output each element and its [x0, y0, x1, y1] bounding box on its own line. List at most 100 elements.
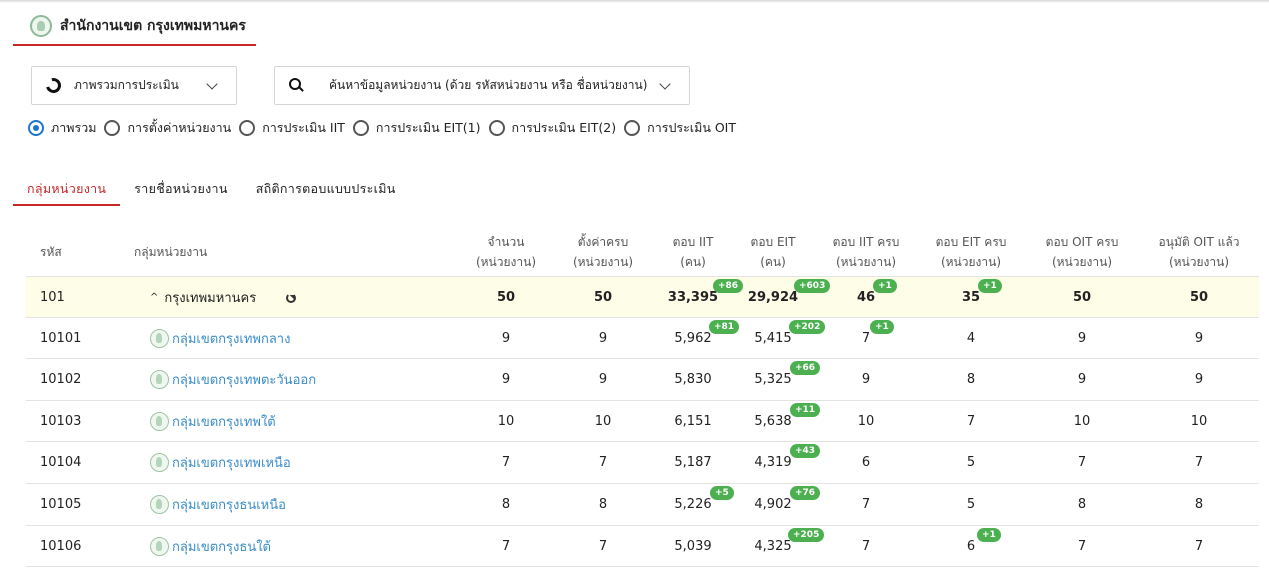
table-row[interactable]: 10106 กลุ่มเขตกรุงธนใต้ 7 7 5,039 4,325 +…	[26, 526, 1259, 568]
cell-value: 4,319	[754, 455, 792, 471]
cell-oit-approved: 10	[1190, 413, 1208, 429]
group-link[interactable]: กลุ่มเขตกรุงเทพเหนือ	[172, 452, 291, 473]
unit-search-placeholder: ค้นหาข้อมูลหน่วยงาน (ด้วย รหัสหน่วยงาน ห…	[329, 78, 648, 92]
cell-oit-done: 9	[1077, 372, 1087, 388]
group-link[interactable]: กลุ่มเขตกรุงเทพตะวันออก	[172, 369, 316, 390]
row-code: 10104	[40, 455, 82, 471]
header-eit-done: ตอบ EIT ครบ (หน่วยงาน)	[921, 232, 1021, 272]
row-group: กลุ่มเขตกรุงเทพตะวันออก	[150, 359, 450, 400]
row-group: กลุ่มเขตกรุงธนเหนือ	[150, 484, 450, 525]
chevron-down-icon	[659, 78, 671, 90]
cell-eit-done: 35 +1	[921, 277, 1021, 318]
radio-button[interactable]	[239, 120, 256, 136]
radio-label: การประเมิน IIT	[262, 120, 345, 135]
radio-button[interactable]	[624, 120, 641, 136]
unit-search-select[interactable]: ค้นหาข้อมูลหน่วยงาน (ด้วย รหัสหน่วยงาน ห…	[274, 66, 690, 105]
cell-value: 5,325	[754, 372, 792, 388]
cell-eit-done: 8	[966, 372, 976, 388]
cell-value: 7	[861, 330, 871, 346]
cell-eit: 4,319 +43	[723, 442, 823, 483]
radio-iit[interactable]: การประเมิน IIT	[239, 118, 345, 138]
header-line: ตอบ OIT ครบ	[1045, 235, 1119, 249]
radio-button[interactable]	[28, 120, 44, 136]
tab-unit-list[interactable]: รายชื่อหน่วยงาน	[120, 172, 241, 206]
radio-overview[interactable]: ภาพรวม	[28, 118, 96, 138]
table-row[interactable]: 10105 กลุ่มเขตกรุงธนเหนือ 8 8 5,226 +5 4,…	[26, 484, 1259, 526]
header-line: (คน)	[760, 255, 786, 269]
cell-configured: 7	[598, 538, 608, 554]
header-line: (หน่วยงาน)	[940, 255, 1002, 269]
bangkok-seal-icon	[30, 15, 52, 37]
header-line: (หน่วยงาน)	[835, 255, 897, 269]
row-group: กลุ่มเขตกรุงเทพกลาง	[150, 318, 450, 359]
cell-iit-done: 7 +1	[816, 318, 916, 359]
row-group: ^ กรุงเทพมหานคร	[150, 277, 450, 318]
cell-iit-done: 7	[861, 496, 871, 512]
cell-oit-approved: 50	[1189, 290, 1209, 305]
header-line: (หน่วยงาน)	[1168, 255, 1230, 269]
header-line: ตอบ EIT ครบ	[935, 235, 1007, 249]
header-line: จำนวน	[487, 235, 525, 249]
loading-spinner-icon	[43, 75, 64, 96]
radio-button[interactable]	[352, 120, 369, 136]
header-units: จำนวน (หน่วยงาน)	[456, 232, 556, 272]
cell-eit: 4,902 +76	[723, 484, 823, 525]
cell-eit-done: 4	[966, 330, 976, 346]
table-row[interactable]: 10103 กลุ่มเขตกรุงเทพใต้ 10 10 6,151 5,6…	[26, 401, 1259, 443]
cell-oit-approved: 9	[1194, 372, 1204, 388]
cell-value: 5,638	[754, 413, 792, 429]
cell-eit: 5,638 +11	[723, 401, 823, 442]
cell-oit-done: 7	[1077, 538, 1087, 554]
row-group: กลุ่มเขตกรุงเทพเหนือ	[150, 442, 450, 483]
cell-configured: 9	[598, 330, 608, 346]
chevron-up-icon[interactable]: ^	[150, 292, 158, 303]
group-link[interactable]: กลุ่มเขตกรุงธนใต้	[172, 536, 271, 557]
refresh-icon[interactable]	[286, 292, 297, 303]
cell-units: 50	[496, 290, 516, 305]
tab-unit-groups[interactable]: กลุ่มหน่วยงาน	[13, 172, 121, 206]
cell-oit-approved: 7	[1194, 538, 1204, 554]
cell-eit-done: 5	[966, 496, 976, 512]
table-row[interactable]: 10104 กลุ่มเขตกรุงเทพเหนือ 7 7 5,187 4,3…	[26, 442, 1259, 484]
view-select[interactable]: ภาพรวมการประเมิน	[31, 66, 237, 105]
cell-iit-done: 46 +1	[816, 277, 916, 318]
cell-units: 7	[501, 455, 511, 471]
radio-label: การประเมิน EIT(1)	[375, 120, 481, 135]
row-group: กลุ่มเขตกรุงเทพใต้	[150, 401, 450, 442]
table-row[interactable]: 10102 กลุ่มเขตกรุงเทพตะวันออก 9 9 5,830 …	[26, 359, 1259, 401]
cell-iit-done: 6	[861, 455, 871, 471]
cell-iit-done: 7	[861, 538, 871, 554]
cell-configured: 10	[594, 413, 612, 429]
radio-unit-settings[interactable]: การตั้งค่าหน่วยงาน	[104, 118, 231, 138]
row-code: 101	[40, 290, 65, 305]
increase-badge: +1	[978, 279, 1002, 293]
cell-oit-approved: 9	[1194, 330, 1204, 346]
header-line: (หน่วยงาน)	[1051, 255, 1113, 269]
table-row[interactable]: 10101 กลุ่มเขตกรุงเทพกลาง 9 9 5,962 +81 5…	[26, 318, 1259, 360]
header-group: กลุ่มหน่วยงาน	[134, 245, 208, 259]
radio-eit1[interactable]: การประเมิน EIT(1)	[352, 118, 481, 138]
radio-label: การตั้งค่าหน่วยงาน	[127, 120, 232, 135]
table-row-total[interactable]: 101 ^ กรุงเทพมหานคร 50 50 33,395 +86 29,9…	[26, 276, 1259, 318]
tab-bar: กลุ่มหน่วยงาน รายชื่อหน่วยงาน สถิติการตอ…	[13, 172, 410, 206]
search-icon	[289, 78, 304, 93]
group-link[interactable]: กลุ่มเขตกรุงเทพกลาง	[172, 328, 290, 349]
group-link[interactable]: กลุ่มเขตกรุงเทพใต้	[172, 411, 276, 432]
view-select-value: ภาพรวมการประเมิน	[74, 78, 179, 92]
cell-units: 8	[501, 496, 511, 512]
radio-oit[interactable]: การประเมิน OIT	[624, 118, 736, 138]
cell-configured: 8	[598, 496, 608, 512]
cell-units: 9	[501, 330, 511, 346]
radio-button[interactable]	[488, 120, 505, 136]
radio-button[interactable]	[104, 120, 121, 136]
cell-iit-done: 9	[861, 372, 871, 388]
row-code: 10102	[40, 372, 82, 388]
cell-value: 4,325	[754, 538, 792, 554]
tab-response-stats[interactable]: สถิติการตอบแบบประเมิน	[242, 172, 410, 206]
row-code: 10101	[40, 330, 82, 346]
cell-oit-done: 50	[1072, 290, 1092, 305]
group-link[interactable]: กลุ่มเขตกรุงธนเหนือ	[172, 494, 286, 515]
cell-value: 6	[966, 538, 976, 554]
cell-value: 35	[961, 290, 981, 305]
radio-eit2[interactable]: การประเมิน EIT(2)	[488, 118, 616, 138]
